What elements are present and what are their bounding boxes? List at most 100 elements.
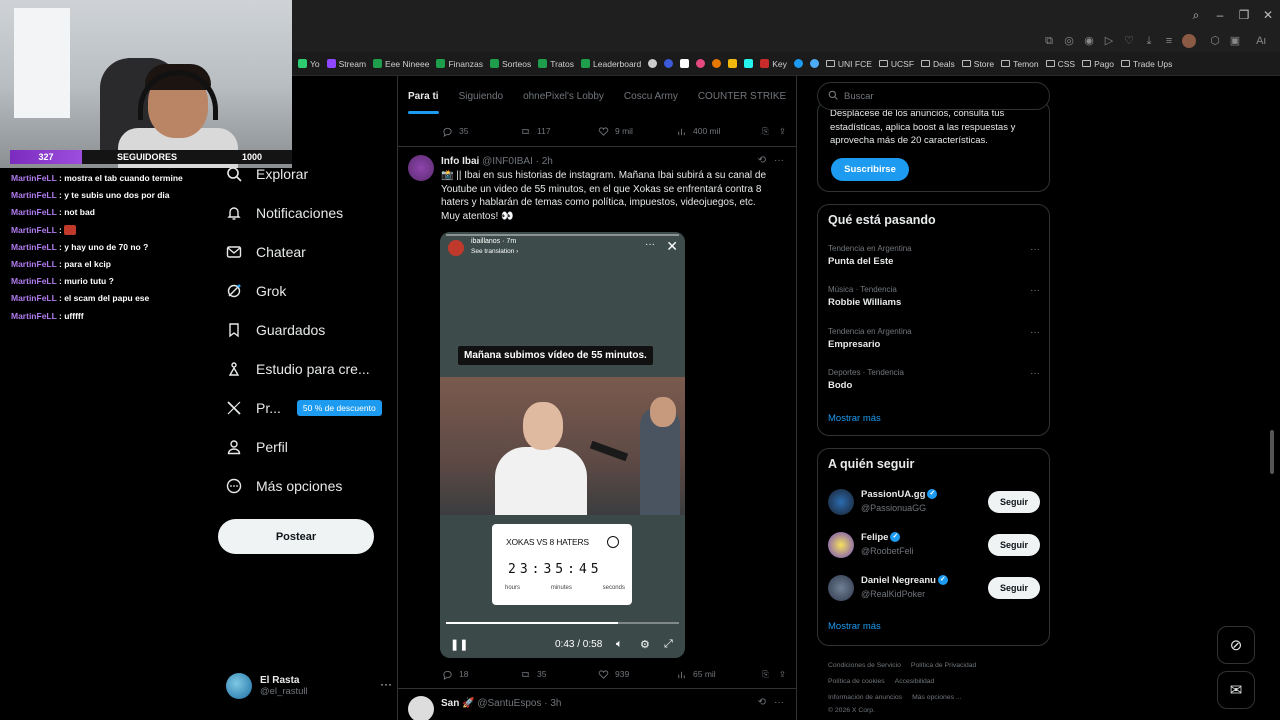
tweet-author-name[interactable]: San 🚀 [441, 698, 475, 709]
post-button[interactable]: Postear [218, 519, 374, 554]
bookmark-tweet-icon[interactable]: ⎘ [762, 669, 769, 680]
bookmark-tratos[interactable]: Tratos [538, 59, 574, 69]
bookmark-icon-5[interactable] [793, 59, 803, 68]
subscribe-button[interactable]: Suscribirse [831, 158, 909, 181]
tweet-video-player[interactable]: ibaillanos · 7m See translation › ··· ✕ … [440, 232, 685, 658]
repost-button[interactable]: 35 [520, 669, 598, 680]
fullscreen-icon[interactable]: ⤢ [664, 638, 673, 651]
restore-icon[interactable]: ❐ [1236, 7, 1252, 23]
wallet-icon[interactable]: ▣ [1228, 34, 1242, 48]
volume-icon[interactable]: 🔈︎ [616, 638, 623, 651]
bookmark-store[interactable]: Store [961, 59, 994, 69]
nav-explore[interactable]: Explorar [226, 162, 308, 186]
menu-icon[interactable]: ≡ [1162, 34, 1176, 48]
bookmark-stream[interactable]: Stream [326, 59, 366, 69]
tiktok-icon[interactable] [744, 59, 754, 68]
telegram-icon[interactable] [809, 59, 819, 68]
views-button[interactable]: 400 mil [676, 126, 754, 137]
nav-chat[interactable]: Chatear [226, 240, 306, 264]
bookmark-trade-ups[interactable]: Trade Ups [1120, 59, 1172, 69]
search-input[interactable]: Buscar [817, 82, 1050, 110]
profile-avatar-icon[interactable] [1182, 34, 1196, 48]
nav-premium[interactable]: Pr... 50 % de descuento [226, 396, 382, 420]
follow-button[interactable]: Seguir [988, 534, 1040, 556]
bookmark-pago[interactable]: Pago [1082, 59, 1114, 69]
bookmark-eee-nineee[interactable]: Eee Nineee [373, 59, 429, 69]
bookmark-css[interactable]: CSS [1045, 59, 1075, 69]
reply-button[interactable]: 18 [442, 669, 520, 680]
bookmark-icon-4[interactable] [712, 59, 722, 68]
tweet-avatar[interactable] [408, 696, 434, 720]
settings-icon[interactable]: ⚙ [640, 638, 650, 651]
trend-item[interactable]: Deportes · Tendencia Bodo ··· [828, 368, 1040, 391]
footer-link[interactable]: Política de cookies [828, 678, 885, 685]
tab-counter-strike[interactable]: COUNTER STRIKE [698, 91, 786, 102]
nav-creator-studio[interactable]: Estudio para cre... [226, 357, 370, 381]
bookmark-icon-2[interactable] [664, 59, 674, 68]
heart-icon[interactable]: ♡ [1122, 34, 1136, 48]
share-icon[interactable]: ⇪ [779, 126, 786, 137]
reply-button[interactable]: 35 [442, 126, 520, 137]
install-icon[interactable]: ⧉ [1042, 34, 1056, 48]
pause-icon[interactable]: ❚❚ [450, 638, 468, 651]
footer-link[interactable]: Información de anuncios [828, 694, 902, 701]
bookmark-leaderboard[interactable]: Leaderboard [581, 59, 641, 69]
bookmark-finanzas[interactable]: Finanzas [436, 59, 483, 69]
nav-bookmarks[interactable]: Guardados [226, 318, 325, 342]
nav-grok[interactable]: Grok [226, 279, 286, 303]
ai-icon[interactable]: Aι [1250, 34, 1272, 48]
bookmark-deals[interactable]: Deals [921, 59, 955, 69]
x-icon[interactable] [680, 59, 690, 68]
footer-link[interactable]: Condiciones de Servicio [828, 662, 901, 669]
binance-icon[interactable] [728, 59, 738, 68]
page-scrollbar[interactable] [1270, 430, 1274, 474]
tab-ohnepixels-lobby[interactable]: ohnePixel's Lobby [523, 91, 604, 102]
share-icon[interactable]: ⇪ [779, 669, 786, 680]
camera-icon[interactable]: ◎ [1062, 34, 1076, 48]
download-icon[interactable]: ⤓ [1142, 34, 1156, 48]
trends-show-more-link[interactable]: Mostrar más [828, 413, 881, 424]
record-icon[interactable]: ◉ [1082, 34, 1096, 48]
bookmark-yo[interactable]: Yo [298, 59, 320, 69]
more-dots-icon[interactable]: ··· [1030, 244, 1040, 255]
minimize-icon[interactable]: – [1212, 7, 1228, 23]
messages-floating-button[interactable]: ✉ [1217, 671, 1255, 709]
grok-tweet-icon[interactable]: ⟲ [758, 155, 766, 166]
nav-profile[interactable]: Perfil [226, 435, 288, 459]
search-tabs-icon[interactable]: ⌕ [1188, 7, 1204, 23]
close-window-icon[interactable]: ✕ [1260, 7, 1276, 23]
views-button[interactable]: 65 mil [676, 669, 754, 680]
footer-link[interactable]: Más opciones ... [912, 694, 962, 701]
video-progress-bar[interactable] [446, 622, 679, 624]
bookmark-icon-1[interactable] [648, 59, 658, 68]
follow-show-more-link[interactable]: Mostrar más [828, 621, 881, 632]
nav-more[interactable]: Más opciones [226, 474, 342, 498]
more-dots-icon[interactable]: ··· [1030, 368, 1040, 379]
more-dots-icon[interactable]: ··· [1030, 327, 1040, 338]
trend-item[interactable]: Tendencia en Argentina Empresario ··· [828, 327, 1040, 350]
bookmark-tweet-icon[interactable]: ⎘ [762, 126, 769, 137]
grok-floating-button[interactable]: ⊘ [1217, 626, 1255, 664]
follow-suggestion[interactable]: Daniel Negreanu ✓ @RealKidPoker Seguir [828, 573, 1040, 603]
repost-button[interactable]: 117 [520, 126, 598, 137]
follow-button[interactable]: Seguir [988, 577, 1040, 599]
extensions-icon[interactable]: ⬡ [1208, 34, 1222, 48]
follow-suggestion[interactable]: PassionUA.gg ✓ @PassionuaGG Seguir [828, 487, 1040, 517]
bookmark-key[interactable]: Key [760, 59, 787, 69]
grok-tweet-icon[interactable]: ⟲ [758, 697, 766, 708]
follow-button[interactable]: Seguir [988, 491, 1040, 513]
trend-item[interactable]: Música · Tendencia Robbie Williams ··· [828, 285, 1040, 308]
bookmark-temon[interactable]: Temon [1001, 59, 1039, 69]
like-button[interactable]: 939 [598, 669, 676, 680]
footer-link[interactable]: Accesibilidad [895, 678, 935, 685]
tab-para-ti[interactable]: Para ti [408, 91, 439, 114]
bookmark-uni-fce[interactable]: UNI FCE [825, 59, 872, 69]
footer-link[interactable]: Política de Privacidad [911, 662, 976, 669]
more-dots-icon[interactable]: ··· [774, 697, 784, 708]
play-icon[interactable]: ▷ [1102, 34, 1116, 48]
follow-suggestion[interactable]: Felipe ✓ @RoobetFeli Seguir [828, 530, 1040, 560]
trend-item[interactable]: Tendencia en Argentina Punta del Este ··… [828, 244, 1040, 267]
account-switcher[interactable]: El Rasta @el_rastull ··· [226, 671, 392, 701]
bookmark-ucsf[interactable]: UCSF [878, 59, 914, 69]
bookmark-icon-3[interactable] [696, 59, 706, 68]
